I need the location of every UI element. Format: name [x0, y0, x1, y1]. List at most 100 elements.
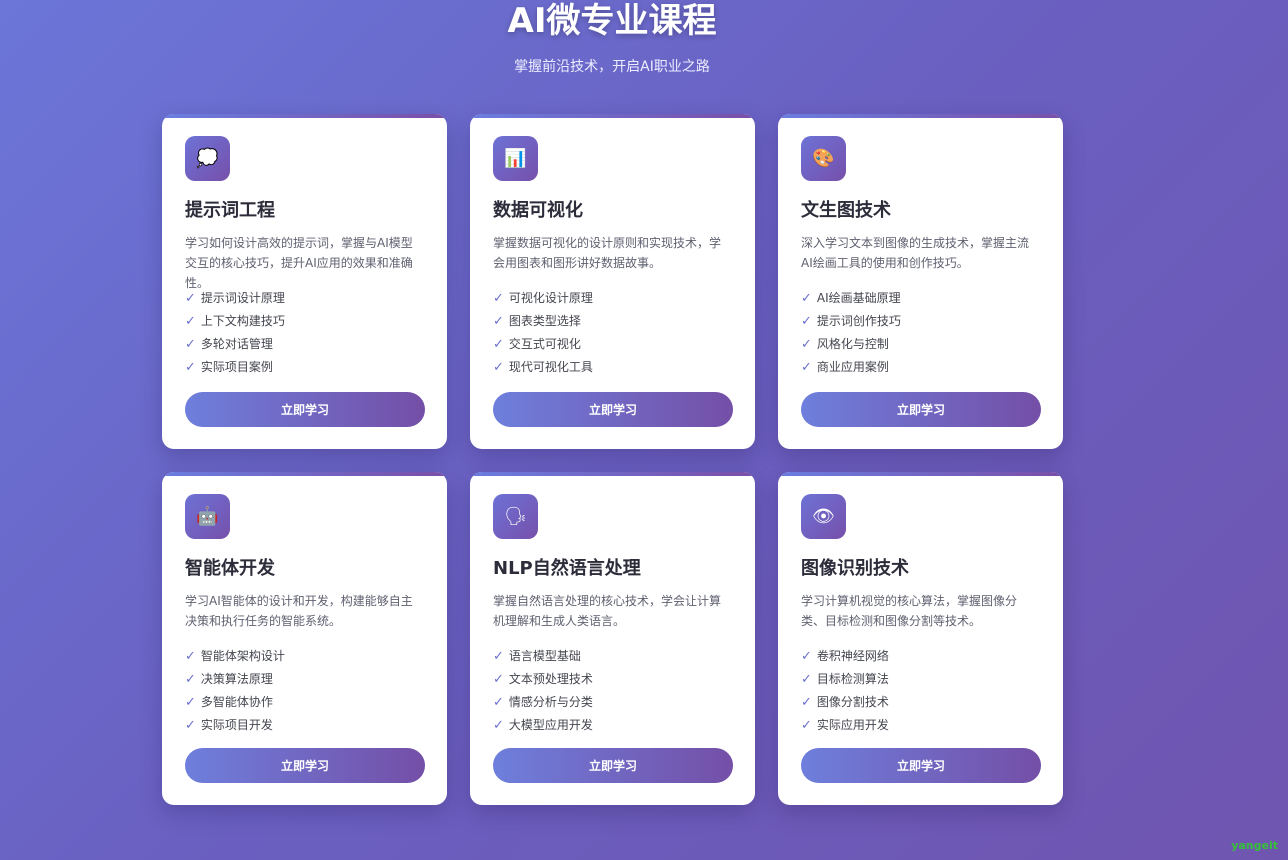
speaking-head-icon: 🗣: [493, 494, 538, 539]
check-icon: ✓: [185, 337, 196, 352]
feature-label: 上下文构建技巧: [200, 314, 285, 328]
course-title: NLP自然语言处理: [493, 558, 641, 579]
feature-label: 多轮对话管理: [200, 337, 273, 351]
check-icon: ✓: [801, 291, 812, 306]
feature-list: ✓ 提示词设计原理 ✓ 上下文构建技巧 ✓ 多轮对话管理 ✓ 实际项目案例: [185, 287, 424, 379]
feature-label: 卷积神经网络: [816, 649, 889, 663]
check-icon: ✓: [185, 672, 196, 687]
check-icon: ✓: [493, 695, 504, 710]
course-title: 提示词工程: [185, 200, 275, 221]
feature-list: ✓ 可视化设计原理 ✓ 图表类型选择 ✓ 交互式可视化 ✓ 现代可视化工具: [493, 287, 732, 379]
feature-item: ✓ 多智能体协作: [185, 691, 424, 714]
feature-item: ✓ AI绘画基础原理: [801, 287, 1040, 310]
feature-item: ✓ 商业应用案例: [801, 356, 1040, 379]
feature-label: 风格化与控制: [816, 337, 889, 351]
course-description: 深入学习文本到图像的生成技术，掌握主流AI绘画工具的使用和创作技巧。: [801, 236, 1030, 270]
feature-item: ✓ 提示词设计原理: [185, 287, 424, 310]
course-title: 图像识别技术: [801, 558, 909, 579]
feature-item: ✓ 提示词创作技巧: [801, 310, 1040, 333]
feature-label: 交互式可视化: [508, 337, 581, 351]
course-title: 数据可视化: [493, 200, 583, 221]
feature-label: 语言模型基础: [508, 649, 581, 663]
start-learning-button[interactable]: 立即学习: [801, 748, 1041, 783]
check-icon: ✓: [493, 672, 504, 687]
check-icon: ✓: [493, 291, 504, 306]
start-learning-button[interactable]: 立即学习: [493, 392, 733, 427]
feature-list: ✓ 卷积神经网络 ✓ 目标检测算法 ✓ 图像分割技术 ✓ 实际应用开发: [801, 645, 1040, 737]
feature-item: ✓ 情感分析与分类: [493, 691, 732, 714]
course-card: 💭 提示词工程 学习如何设计高效的提示词，掌握与AI模型交互的核心技巧，提升AI应用…: [162, 114, 447, 449]
check-icon: ✓: [493, 360, 504, 375]
bar-chart-icon: 📊: [493, 136, 538, 181]
feature-item: ✓ 决策算法原理: [185, 668, 424, 691]
check-icon: ✓: [185, 360, 196, 375]
feature-item: ✓ 卷积神经网络: [801, 645, 1040, 668]
feature-item: ✓ 文本预处理技术: [493, 668, 732, 691]
feature-label: 提示词创作技巧: [816, 314, 901, 328]
feature-label: 提示词设计原理: [200, 291, 285, 305]
feature-label: 实际应用开发: [816, 718, 889, 732]
course-description: 学习AI智能体的设计和开发，构建能够自主决策和执行任务的智能系统。: [185, 594, 413, 628]
palette-icon: 🎨: [801, 136, 846, 181]
course-description: 掌握数据可视化的设计原则和实现技术，学会用图表和图形讲好数据故事。: [493, 236, 722, 270]
page-title: AI微专业课程: [507, 1, 717, 41]
feature-label: 实际项目开发: [200, 718, 273, 732]
course-description: 学习计算机视觉的核心算法，掌握图像分类、目标检测和图像分割等技术。: [801, 594, 1018, 628]
feature-list: ✓ 智能体架构设计 ✓ 决策算法原理 ✓ 多智能体协作 ✓ 实际项目开发: [185, 645, 424, 737]
course-grid: 💭 提示词工程 学习如何设计高效的提示词，掌握与AI模型交互的核心技巧，提升AI应用…: [162, 114, 1063, 805]
check-icon: ✓: [185, 314, 196, 329]
check-icon: ✓: [185, 718, 196, 733]
feature-item: ✓ 大模型应用开发: [493, 714, 732, 737]
page-subtitle: 掌握前沿技术，开启AI职业之路: [514, 59, 710, 75]
check-icon: ✓: [801, 337, 812, 352]
start-learning-button[interactable]: 立即学习: [493, 748, 733, 783]
check-icon: ✓: [801, 360, 812, 375]
feature-list: ✓ 语言模型基础 ✓ 文本预处理技术 ✓ 情感分析与分类 ✓ 大模型应用开发: [493, 645, 732, 737]
start-learning-button[interactable]: 立即学习: [185, 392, 425, 427]
course-description: 学习如何设计高效的提示词，掌握与AI模型交互的核心技巧，提升AI应用的效果和准确…: [185, 236, 413, 290]
check-icon: ✓: [801, 695, 812, 710]
course-description: 掌握自然语言处理的核心技术，学会让计算机理解和生成人类语言。: [493, 594, 722, 628]
check-icon: ✓: [801, 314, 812, 329]
course-card: 🤖 智能体开发学习AI智能体的设计和开发，构建能够自主决策和执行任务的智能系统。 ✓…: [162, 472, 447, 805]
check-icon: ✓: [185, 291, 196, 306]
feature-item: ✓ 上下文构建技巧: [185, 310, 424, 333]
feature-label: 图表类型选择: [508, 314, 581, 328]
feature-item: ✓ 实际应用开发: [801, 714, 1040, 737]
eye-icon: 👁: [801, 494, 846, 539]
check-icon: ✓: [801, 718, 812, 733]
feature-label: 多智能体协作: [200, 695, 273, 709]
feature-item: ✓ 多轮对话管理: [185, 333, 424, 356]
feature-label: 大模型应用开发: [508, 718, 593, 732]
feature-item: ✓ 交互式可视化: [493, 333, 732, 356]
start-learning-button[interactable]: 立即学习: [185, 748, 425, 783]
check-icon: ✓: [801, 672, 812, 687]
feature-item: ✓ 目标检测算法: [801, 668, 1040, 691]
feature-item: ✓ 实际项目案例: [185, 356, 424, 379]
feature-item: ✓ 图像分割技术: [801, 691, 1040, 714]
feature-label: 决策算法原理: [200, 672, 273, 686]
feature-item: ✓ 实际项目开发: [185, 714, 424, 737]
check-icon: ✓: [185, 695, 196, 710]
feature-label: 图像分割技术: [816, 695, 889, 709]
feature-label: 文本预处理技术: [508, 672, 593, 686]
course-card: 👁 图像识别技术学习计算机视觉的核心算法，掌握图像分类、目标检测和图像分割等技术。…: [778, 472, 1063, 805]
feature-item: ✓ 风格化与控制: [801, 333, 1040, 356]
feature-label: 现代可视化工具: [508, 360, 593, 374]
course-title: 智能体开发: [185, 558, 275, 579]
feature-label: 智能体架构设计: [200, 649, 285, 663]
feature-item: ✓ 图表类型选择: [493, 310, 732, 333]
check-icon: ✓: [493, 337, 504, 352]
course-title: 文生图技术: [801, 200, 891, 221]
check-icon: ✓: [493, 314, 504, 329]
course-card: 🗣 NLP自然语言处理掌握自然语言处理的核心技术，学会让计算机理解和生成人类语言。…: [470, 472, 755, 805]
feature-label: 情感分析与分类: [508, 695, 593, 709]
feature-label: 实际项目案例: [200, 360, 273, 374]
feature-label: 可视化设计原理: [508, 291, 593, 305]
check-icon: ✓: [185, 649, 196, 664]
start-learning-button[interactable]: 立即学习: [801, 392, 1041, 427]
feature-label: 商业应用案例: [816, 360, 889, 374]
check-icon: ✓: [493, 649, 504, 664]
robot-icon: 🤖: [185, 494, 230, 539]
course-card: 🎨 文生图技术深入学习文本到图像的生成技术，掌握主流AI绘画工具的使用和创作技巧。…: [778, 114, 1063, 449]
